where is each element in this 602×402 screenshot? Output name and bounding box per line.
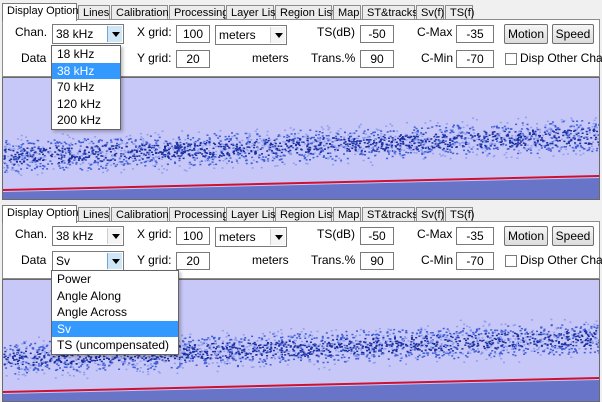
tab-strip: Display Option Lines Calibration Process… [2,205,602,223]
chan-select[interactable]: 38 kHz [52,226,124,246]
ts-input[interactable]: -50 [360,227,394,245]
tab-calibration[interactable]: Calibration [111,207,169,222]
dropdown-arrow-icon[interactable] [107,26,122,42]
cmin-label: C-Min [421,51,453,65]
cmax-input[interactable]: -35 [456,25,494,43]
xgrid-input[interactable]: 100 [176,227,210,245]
tab-processing[interactable]: Processing [169,5,228,20]
tab-strip: Display Option Lines Calibration Process… [2,3,602,21]
motion-button[interactable]: Motion [504,24,548,44]
data-label: Data [21,253,47,267]
dropdown-arrow-icon[interactable] [270,229,285,245]
data-option-power[interactable]: Power [52,271,178,288]
tab-sv-f[interactable]: Sv(f) [416,207,444,222]
chan-label: Chan. [15,25,48,39]
chan-select-value: 38 kHz [56,229,94,243]
ygrid-input[interactable]: 20 [176,252,210,270]
tab-display-option[interactable]: Display Option [2,3,79,21]
tab-region-list[interactable]: Region List [275,207,335,222]
trans-label: Trans.% [311,253,356,267]
ts-label: TS(dB) [317,227,356,241]
chan-label: Chan. [15,227,48,241]
tab-st-tracks[interactable]: ST&tracks [362,5,418,20]
disp-other-chan-label[interactable]: Disp Other Chan [520,51,602,65]
units-select-value: meters [219,230,256,244]
xgrid-input[interactable]: 100 [176,25,210,43]
motion-button[interactable]: Motion [504,226,548,246]
chan-option-70khz[interactable]: 70 kHz [52,79,120,96]
chan-select[interactable]: 38 kHz [52,24,124,44]
chan-option-18khz[interactable]: 18 kHz [52,46,120,63]
cmin-input[interactable]: -70 [456,252,494,270]
cmax-input[interactable]: -35 [456,227,494,245]
cmax-label: C-Max [417,25,453,39]
speed-button[interactable]: Speed [552,226,594,246]
tab-sv-f[interactable]: Sv(f) [416,5,444,20]
chan-option-120khz[interactable]: 120 kHz [52,96,120,113]
ygrid-units-label: meters [252,253,289,267]
checkbox-icon[interactable] [505,255,517,267]
chan-select-value: 38 kHz [56,27,94,41]
tab-lines[interactable]: Lines [78,5,110,20]
chan-option-200khz[interactable]: 200 kHz [52,112,120,129]
data-select-value: Sv [56,254,71,268]
ygrid-label: Y grid: [137,51,172,65]
top-panel: Display Option Lines Calibration Process… [0,0,602,200]
tab-processing[interactable]: Processing [169,207,228,222]
data-label: Data [21,51,47,65]
dropdown-arrow-icon[interactable] [107,253,122,269]
units-select[interactable]: meters [215,25,287,45]
chan-dropdown-list[interactable]: 18 kHz 38 kHz 70 kHz 120 kHz 200 kHz [51,45,121,130]
data-option-sv[interactable]: Sv [52,320,178,337]
tab-map[interactable]: Map [333,207,361,222]
data-option-ts-uncompensated[interactable]: TS (uncompensated) [52,337,178,354]
chan-option-38khz[interactable]: 38 kHz [52,62,120,79]
tab-layer-list[interactable]: Layer List [226,5,279,20]
tab-lines[interactable]: Lines [78,207,110,222]
data-option-angle-along[interactable]: Angle Along [52,288,178,305]
speed-button[interactable]: Speed [552,24,594,44]
ygrid-units-label: meters [252,51,289,65]
trans-input[interactable]: 90 [360,252,394,270]
checkbox-icon[interactable] [505,53,517,65]
trans-input[interactable]: 90 [360,50,394,68]
dropdown-arrow-icon[interactable] [270,27,285,43]
dropdown-arrow-icon[interactable] [107,228,122,244]
tab-calibration[interactable]: Calibration [111,5,169,20]
ts-label: TS(dB) [317,25,356,39]
xgrid-label: X grid: [137,227,172,241]
tab-ts-f[interactable]: TS(f) [445,5,474,20]
cmin-label: C-Min [421,253,453,267]
data-dropdown-list[interactable]: Power Angle Along Angle Across Sv TS (un… [51,270,179,355]
ygrid-input[interactable]: 20 [176,50,210,68]
tab-map[interactable]: Map [333,5,361,20]
units-select-value: meters [219,28,256,42]
tab-region-list[interactable]: Region List [275,5,335,20]
data-option-angle-across[interactable]: Angle Across [52,304,178,321]
ts-input[interactable]: -50 [360,25,394,43]
tab-ts-f[interactable]: TS(f) [445,207,474,222]
data-select[interactable]: Sv [52,251,124,271]
bottom-panel: Display Option Lines Calibration Process… [0,202,602,402]
cmax-label: C-Max [417,227,453,241]
disp-other-chan-label[interactable]: Disp Other Chan [520,253,602,267]
cmin-input[interactable]: -70 [456,50,494,68]
units-select[interactable]: meters [215,227,287,247]
tab-display-option[interactable]: Display Option [2,205,79,223]
tab-st-tracks[interactable]: ST&tracks [362,207,418,222]
tab-layer-list[interactable]: Layer List [226,207,279,222]
ygrid-label: Y grid: [137,253,172,267]
trans-label: Trans.% [311,51,356,65]
xgrid-label: X grid: [137,25,172,39]
